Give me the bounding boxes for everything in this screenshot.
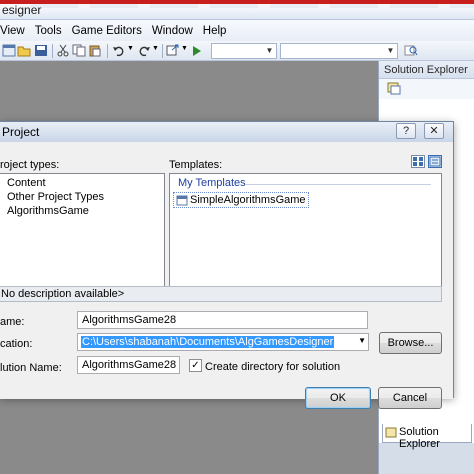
name-label: ame: [0, 316, 25, 328]
template-label: SimpleAlgorithmsGame [190, 194, 306, 206]
menu-window[interactable]: Window [147, 21, 198, 41]
solution-name-label: lution Name: [0, 362, 62, 374]
menu-help[interactable]: Help [198, 21, 232, 41]
dialog-body: roject types: Templates: Content Other P… [0, 142, 453, 409]
redo-dropdown-icon[interactable]: ▼ [152, 45, 159, 52]
toolbar-separator [107, 44, 108, 58]
location-value: C:\Users\shabanah\Documents\AlgGamesDesi… [81, 336, 335, 348]
help-button[interactable]: ? [396, 123, 416, 139]
undo-dropdown-icon[interactable]: ▼ [127, 45, 134, 52]
redo-icon[interactable] [137, 44, 151, 57]
dialog-title: Project [2, 125, 40, 139]
new-project-icon[interactable] [2, 44, 16, 57]
templates-list[interactable]: My Templates SimpleAlgorithmsGame [169, 173, 442, 287]
save-icon[interactable] [34, 44, 48, 57]
toolbar-separator [162, 44, 163, 58]
properties-icon[interactable] [387, 82, 401, 95]
project-type-item[interactable]: Other Project Types [0, 190, 164, 204]
tab-solution-explorer[interactable]: Solution Explorer [382, 424, 472, 450]
cancel-button[interactable]: Cancel [378, 387, 442, 409]
tab-solution-explorer-label: Solution Explorer [399, 426, 440, 450]
small-icons-icon [429, 156, 441, 167]
ok-button[interactable]: OK [305, 387, 371, 409]
dialog-title-bar: Project ? ✕ [0, 122, 453, 142]
cut-icon[interactable] [56, 44, 70, 57]
location-label: cation: [0, 338, 33, 350]
solution-explorer-toolbar [379, 79, 474, 99]
toolbar: ▼ ▼ ▼ ▼ ▼ [0, 41, 474, 61]
small-icons-view-button[interactable] [428, 155, 442, 168]
location-combo[interactable]: C:\Users\shabanah\Documents\AlgGamesDesi… [77, 333, 369, 351]
debug-start-icon[interactable] [190, 44, 204, 57]
project-types-label: roject types: [0, 159, 60, 171]
close-button[interactable]: ✕ [424, 123, 444, 139]
project-type-item[interactable]: Content [0, 176, 164, 190]
window-edge [0, 0, 474, 4]
open-folder-icon[interactable] [17, 44, 31, 57]
new-project-dialog: Project ? ✕ roject types: Templates: Con… [0, 121, 454, 409]
template-item-selected[interactable]: SimpleAlgorithmsGame [173, 192, 309, 208]
chevron-down-icon: ▼ [265, 46, 274, 55]
menubar: View Tools Game Editors Window Help [0, 20, 474, 41]
menu-game-editors[interactable]: Game Editors [67, 21, 147, 41]
templates-group-header: My Templates [178, 177, 246, 189]
large-icons-view-button[interactable] [411, 155, 425, 168]
create-directory-checkbox[interactable]: ✓ [189, 359, 202, 372]
solution-explorer-title: Solution Explorer [379, 61, 474, 79]
browse-button[interactable]: Browse... [379, 332, 442, 354]
group-divider [245, 184, 431, 185]
solution-name-field[interactable]: AlgorithmsGame28 [77, 356, 180, 374]
project-type-item-selected[interactable]: AlgorithmsGame [0, 204, 164, 218]
navigate-icon[interactable] [166, 44, 180, 57]
menu-view[interactable]: View [0, 21, 30, 41]
templates-label: Templates: [169, 159, 223, 171]
template-icon [176, 195, 188, 206]
paste-icon[interactable] [88, 44, 102, 57]
description-bar: No description available> [0, 286, 442, 302]
window-title: esigner [2, 3, 42, 17]
large-icons-icon [413, 157, 423, 166]
copy-icon[interactable] [72, 44, 86, 57]
chevron-down-icon[interactable]: ▼ [358, 336, 366, 345]
menu-tools[interactable]: Tools [30, 21, 67, 41]
name-field[interactable]: AlgorithmsGame28 [77, 311, 368, 329]
configuration-combo[interactable]: ▼ [211, 43, 277, 59]
find-icon[interactable] [404, 44, 418, 57]
create-directory-label: Create directory for solution [205, 361, 341, 373]
chevron-down-icon: ▼ [386, 46, 395, 55]
checkmark-icon: ✓ [191, 360, 200, 371]
undo-icon[interactable] [112, 44, 126, 57]
toolbar-separator [52, 44, 53, 58]
platform-combo[interactable]: ▼ [280, 43, 398, 59]
navigate-dropdown-icon[interactable]: ▼ [181, 45, 188, 52]
solution-explorer-icon [385, 427, 397, 438]
project-types-list[interactable]: Content Other Project Types AlgorithmsGa… [0, 173, 165, 287]
